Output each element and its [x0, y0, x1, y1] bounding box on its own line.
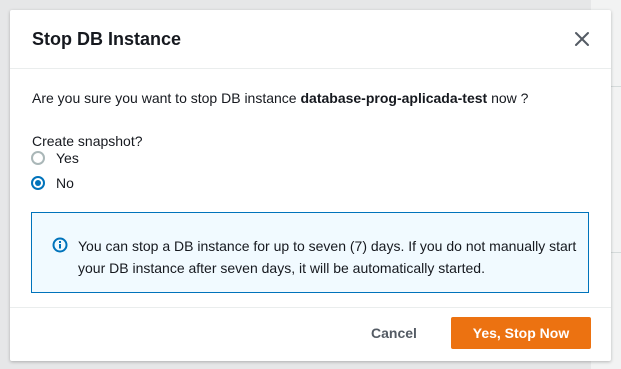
- confirmation-question: Are you sure you want to stop DB instanc…: [32, 90, 528, 106]
- stop-now-button[interactable]: Yes, Stop Now: [451, 317, 591, 349]
- question-prefix: Are you sure you want to stop DB instanc…: [32, 90, 301, 106]
- radio-no-label: No: [56, 175, 74, 191]
- snapshot-option-no[interactable]: No: [31, 173, 74, 193]
- info-text: You can stop a DB instance for up to sev…: [78, 238, 577, 276]
- stop-db-instance-dialog: Stop DB Instance Are you sure you want t…: [10, 10, 611, 361]
- dialog-header: Stop DB Instance: [10, 10, 611, 69]
- close-button[interactable]: [571, 28, 593, 50]
- instance-name: database-prog-aplicada-test: [300, 90, 488, 106]
- radio-yes[interactable]: [31, 151, 45, 165]
- info-alert: You can stop a DB instance for up to sev…: [31, 212, 589, 293]
- snapshot-label: Create snapshot?: [32, 133, 143, 149]
- radio-no[interactable]: [31, 176, 45, 190]
- radio-yes-label: Yes: [56, 150, 79, 166]
- dialog-title: Stop DB Instance: [32, 29, 182, 49]
- dialog-footer: Cancel Yes, Stop Now: [10, 307, 611, 361]
- close-icon: [575, 32, 589, 46]
- snapshot-option-yes[interactable]: Yes: [31, 148, 79, 168]
- cancel-button[interactable]: Cancel: [356, 317, 432, 349]
- info-icon: [52, 237, 68, 253]
- question-suffix: now ?: [487, 90, 529, 106]
